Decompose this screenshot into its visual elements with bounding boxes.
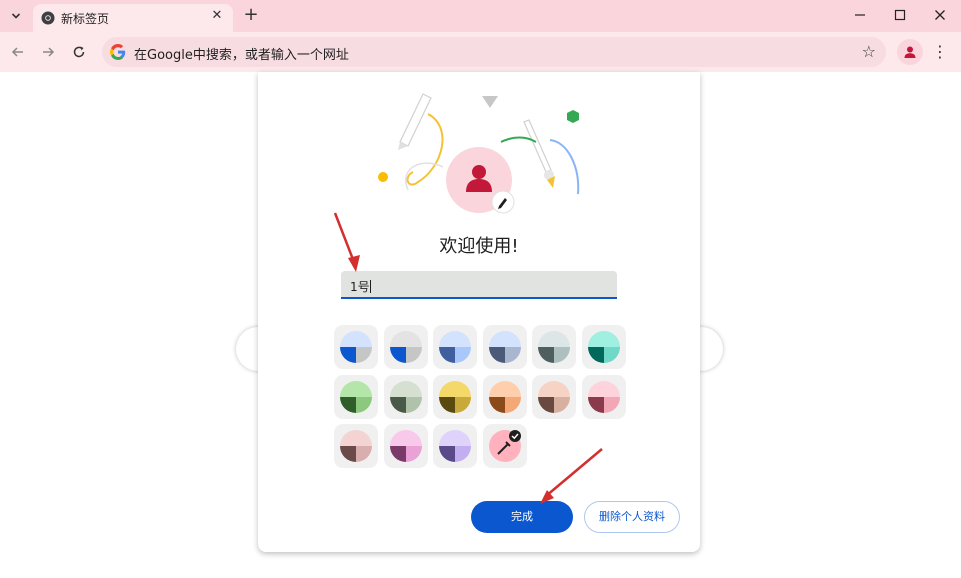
profile-name-input[interactable]: 1号 xyxy=(341,271,617,299)
color-swatch-light-blue[interactable] xyxy=(433,325,477,369)
tab-close-icon[interactable]: ✕ xyxy=(209,8,225,24)
new-tab-button[interactable]: + xyxy=(240,5,262,27)
forward-button[interactable] xyxy=(36,40,60,64)
back-button[interactable] xyxy=(6,40,30,64)
maximize-icon xyxy=(894,9,906,21)
welcome-illustration xyxy=(378,93,580,214)
color-swatch-custom-picker[interactable] xyxy=(482,424,527,468)
browser-toolbar: 在Google中搜索，或者输入一个网址 ☆ ⋮ xyxy=(0,32,961,72)
reload-button[interactable] xyxy=(67,40,91,64)
done-button[interactable]: 完成 xyxy=(471,501,573,533)
address-bar-placeholder: 在Google中搜索，或者输入一个网址 xyxy=(134,48,349,63)
tab-title: 新标签页 xyxy=(61,12,110,26)
color-swatch-pink[interactable] xyxy=(581,374,626,419)
reload-icon xyxy=(73,46,85,58)
profile-name-value: 1号 xyxy=(350,280,370,294)
text-caret xyxy=(369,280,371,293)
color-swatch-magenta[interactable] xyxy=(383,424,428,468)
color-swatch-orange[interactable] xyxy=(482,374,527,419)
color-swatch-teal-grey[interactable] xyxy=(532,325,576,369)
tab-search-button[interactable] xyxy=(5,5,27,27)
close-icon xyxy=(935,10,945,20)
new-tab-page: 欢迎使用! 1号 完成 删除个人资料 xyxy=(0,72,961,578)
bookmark-star-icon[interactable]: ☆ xyxy=(862,42,876,61)
welcome-heading: 欢迎使用! xyxy=(439,236,519,257)
pencil-illustration xyxy=(398,93,432,150)
tab-new-tab[interactable]: 新标签页 ✕ xyxy=(33,4,233,32)
person-icon xyxy=(904,46,916,58)
color-swatch-yellow[interactable] xyxy=(433,374,477,419)
profile-avatar-button[interactable] xyxy=(897,39,923,65)
more-menu-icon[interactable]: ⋮ xyxy=(928,39,952,65)
delete-profile-button[interactable]: 删除个人资料 xyxy=(584,501,680,533)
minimize-button[interactable] xyxy=(840,0,880,30)
address-bar[interactable]: 在Google中搜索，或者输入一个网址 ☆ xyxy=(102,37,886,67)
color-swatch-grey-blue[interactable] xyxy=(383,325,428,369)
chrome-icon xyxy=(41,11,55,25)
arrow-left-icon xyxy=(11,47,23,57)
color-swatch-slate[interactable] xyxy=(482,325,527,369)
maximize-button[interactable] xyxy=(880,0,920,30)
profile-customization-dialog: 欢迎使用! 1号 完成 删除个人资料 xyxy=(258,72,700,552)
color-swatch-rose[interactable] xyxy=(334,424,378,468)
google-logo-icon xyxy=(110,44,126,60)
color-swatch-green[interactable] xyxy=(334,374,378,419)
color-swatch-peach[interactable] xyxy=(532,374,576,419)
close-window-button[interactable] xyxy=(920,0,960,30)
color-swatch-blue-grey[interactable] xyxy=(334,325,378,369)
color-swatch-lavender[interactable] xyxy=(433,424,477,468)
arrow-right-icon xyxy=(43,47,55,57)
color-swatch-aqua[interactable] xyxy=(581,325,626,369)
color-swatch-sage[interactable] xyxy=(383,374,428,419)
minimize-icon xyxy=(855,14,865,16)
chevron-down-icon xyxy=(11,13,21,19)
title-bar: 新标签页 ✕ + xyxy=(0,0,961,32)
